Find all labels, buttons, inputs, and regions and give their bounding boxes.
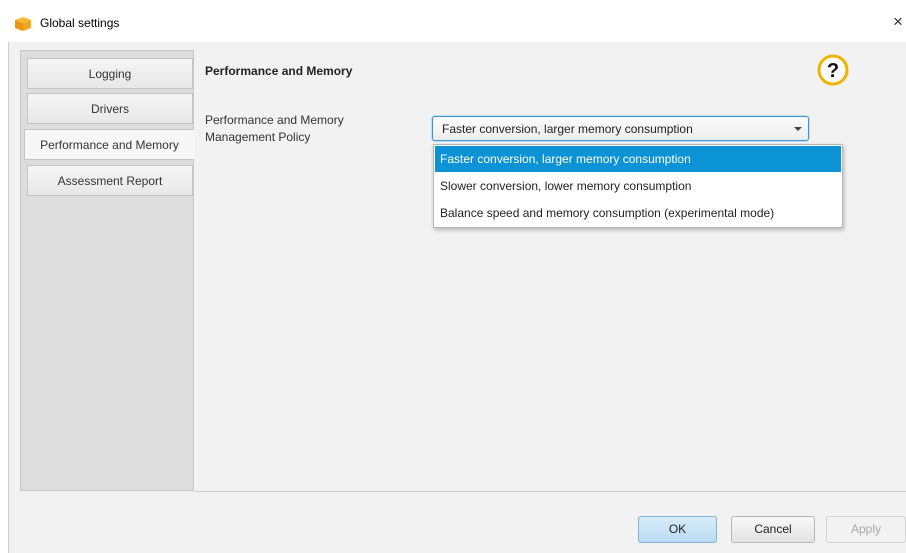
title-bar: Global settings ×: [0, 0, 906, 42]
footer-divider: [194, 491, 906, 492]
svg-text:?: ?: [827, 60, 839, 82]
cancel-button[interactable]: Cancel: [731, 516, 815, 543]
window-title: Global settings: [40, 16, 120, 30]
policy-label-line1: Performance and Memory: [205, 113, 344, 127]
policy-combobox[interactable]: Faster conversion, larger memory consump…: [432, 116, 809, 141]
app-box-icon: [15, 17, 31, 31]
ok-button[interactable]: OK: [638, 516, 717, 543]
combobox-value: Faster conversion, larger memory consump…: [442, 122, 693, 136]
settings-sidebar: Logging Drivers Performance and Memory A…: [20, 50, 195, 491]
tab-performance-and-memory[interactable]: Performance and Memory: [24, 129, 195, 160]
tab-assessment-report[interactable]: Assessment Report: [27, 165, 193, 196]
tab-drivers[interactable]: Drivers: [27, 93, 193, 124]
policy-label-line2: Management Policy: [205, 130, 311, 144]
section-title: Performance and Memory: [205, 64, 353, 78]
option-balance-speed[interactable]: Balance speed and memory consumption (ex…: [435, 200, 841, 226]
policy-label: Performance and Memory Management Policy: [205, 112, 405, 146]
help-question-icon[interactable]: ?: [817, 54, 849, 86]
policy-dropdown-list: Faster conversion, larger memory consump…: [433, 144, 843, 228]
option-slower-conversion[interactable]: Slower conversion, lower memory consumpt…: [435, 173, 841, 199]
dropdown-arrow-icon: [794, 127, 802, 131]
tab-logging[interactable]: Logging: [27, 58, 193, 89]
close-icon[interactable]: ×: [893, 12, 903, 32]
option-faster-conversion[interactable]: Faster conversion, larger memory consump…: [435, 146, 841, 172]
apply-button[interactable]: Apply: [826, 516, 906, 543]
